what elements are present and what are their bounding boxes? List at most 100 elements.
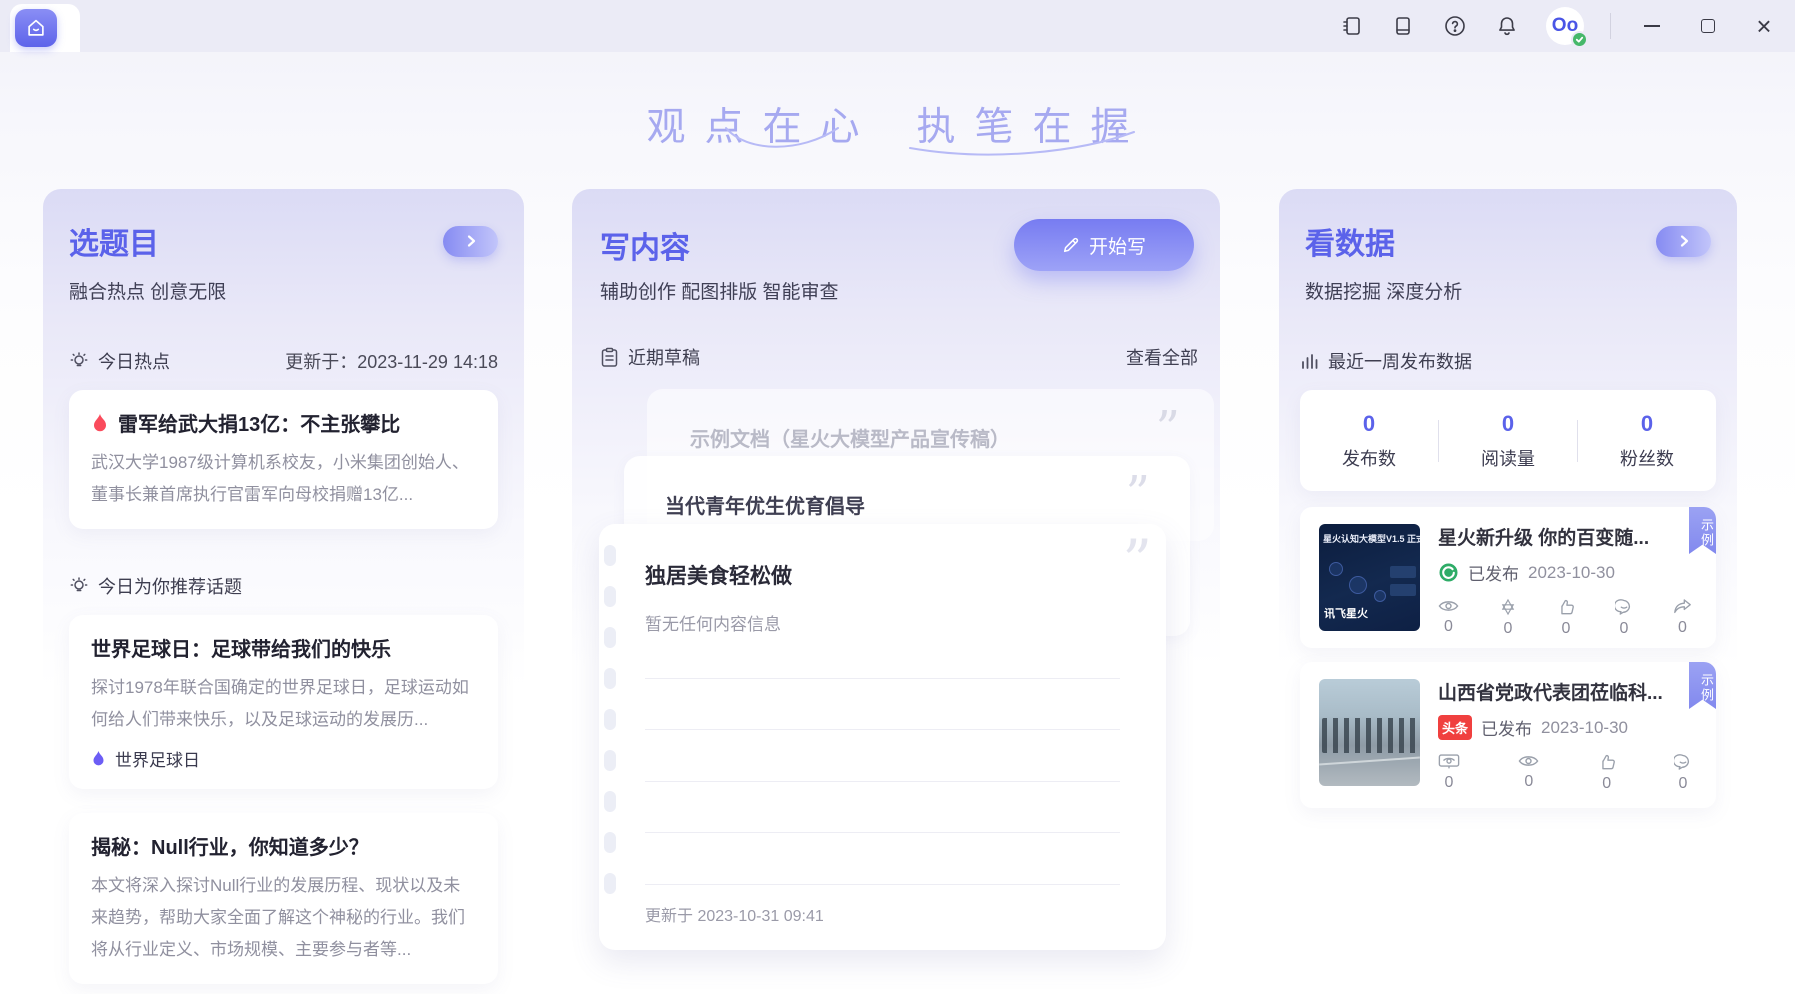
metric-views: 0 [1438, 598, 1459, 638]
maximize-icon [1701, 19, 1715, 33]
hot-topic-item[interactable]: 雷军给武大捐13亿：不主张攀比 武汉大学1987级计算机系校友，小米集团创始人、… [69, 390, 498, 529]
write-card-title: 写内容 [600, 223, 690, 267]
stat-value: 0 [1439, 411, 1577, 437]
lightbulb-icon [69, 576, 89, 596]
bar-chart-icon [1300, 352, 1319, 371]
maximize-button[interactable] [1693, 11, 1723, 41]
data-card: 看数据 数据挖掘 深度分析 最近一周发布数据 0 发布数 0 阅读量 0 粉丝数 [1279, 189, 1737, 960]
post-title: 山西省党政代表团莅临科... [1438, 678, 1700, 705]
recommend-topic-item[interactable]: 世界足球日：足球带给我们的快乐 探讨1978年联合国确定的世界足球日，足球运动如… [69, 615, 498, 789]
recommend-topic-title: 揭秘：Null行业，你知道多少？ [91, 831, 476, 860]
topics-card: 选题目 融合热点 创意无限 今日热点 更新于：2023-11-29 14:18 … [43, 189, 524, 994]
recommend-topic-title: 世界足球日：足球带给我们的快乐 [91, 633, 476, 662]
quote-icon: ” [1125, 470, 1150, 518]
thumb-decor [1349, 576, 1367, 594]
avatar[interactable]: Oo [1546, 7, 1584, 45]
metric-likes: 0 [1557, 598, 1575, 638]
book-icon[interactable] [1390, 13, 1416, 39]
post-thumbnail [1319, 679, 1420, 786]
ruled-line [645, 729, 1120, 730]
metric-value: 0 [1678, 619, 1687, 637]
stats-card: 0 发布数 0 阅读量 0 粉丝数 [1300, 390, 1716, 491]
hot-topic-body: 武汉大学1987级计算机系校友，小米集团创始人、董事长兼首席执行官雷军向母校捐赠… [91, 447, 476, 511]
metric-value: 0 [1562, 620, 1571, 638]
clipboard-icon [600, 347, 619, 368]
metric-value: 0 [1445, 774, 1454, 792]
hero-slogan: 观点在心执笔在握 [0, 96, 1795, 152]
draft-title: 独居美食轻松做 [645, 560, 792, 590]
toutiao-badge: 头条 [1438, 715, 1472, 740]
metric-views: 0 [1518, 753, 1539, 793]
metric-likes: 0 [1598, 753, 1616, 793]
chevron-right-icon [464, 234, 478, 248]
topics-card-subtitle: 融合热点 创意无限 [43, 277, 524, 304]
flame-icon [91, 413, 109, 433]
metric-shares: 0 [1673, 598, 1692, 638]
stat-fans-count: 0 粉丝数 [1578, 411, 1716, 471]
quote-icon: ” [1122, 532, 1152, 590]
drafts-label: 近期草稿 [628, 344, 700, 370]
ruled-line [645, 884, 1120, 885]
published-post-item[interactable]: 示例 山西省党政代表团莅临科... 头条 已发布 2023-10-30 0 0 … [1300, 662, 1716, 808]
notification-bell-icon[interactable] [1494, 13, 1520, 39]
minimize-button[interactable] [1637, 11, 1667, 41]
week-data-section-row: 最近一周发布数据 [1279, 348, 1737, 374]
binding-pill [604, 709, 616, 730]
data-card-title: 看数据 [1305, 219, 1395, 263]
binding-pill [604, 586, 616, 607]
stat-label: 粉丝数 [1578, 445, 1716, 471]
draft-title: 示例文档（星火大模型产品宣传稿） [690, 423, 1010, 452]
view-all-drafts-link[interactable]: 查看全部 [1126, 344, 1198, 370]
journal-icon[interactable] [1338, 13, 1364, 39]
close-button[interactable]: × [1749, 11, 1779, 41]
topics-card-title: 选题目 [69, 219, 159, 263]
recommend-topic-body: 本文将深入探讨Null行业的发展历程、现状以及未来趋势，帮助大家全面了解这个神秘… [91, 870, 476, 966]
home-icon [25, 17, 47, 39]
home-tab[interactable] [10, 4, 80, 52]
thumb-caption: 星火认知大模型V1.5 正式 [1323, 532, 1420, 545]
write-card: 写内容 开始写 辅助创作 配图排版 智能审查 近期草稿 查看全部 示例文档（星火… [572, 189, 1220, 960]
recommend-topic-body: 探讨1978年联合国确定的世界足球日，足球运动如何给人们带来快乐，以及足球运动的… [91, 672, 476, 736]
stat-label: 阅读量 [1439, 445, 1577, 471]
start-writing-button[interactable]: 开始写 [1014, 219, 1194, 271]
help-icon[interactable] [1442, 13, 1468, 39]
published-post-item[interactable]: 星火认知大模型V1.5 正式 讯飞星火 示例 星火新升级 你的百变随... 已发… [1300, 507, 1716, 648]
draft-card-front[interactable]: 独居美食轻松做 ” 暂无任何内容信息 更新于 2023-10-31 09:41 [599, 524, 1166, 950]
start-writing-label: 开始写 [1089, 232, 1146, 259]
drafts-section-row: 近期草稿 查看全部 [572, 344, 1220, 370]
home-button[interactable] [15, 9, 57, 47]
post-thumbnail: 星火认知大模型V1.5 正式 讯飞星火 [1319, 524, 1420, 631]
thumb-decor [1319, 757, 1420, 766]
hot-topic-title-row: 雷军给武大捐13亿：不主张攀比 [91, 408, 476, 437]
metric-value: 0 [1504, 620, 1513, 638]
stat-value: 0 [1578, 411, 1716, 437]
metric-value: 0 [1679, 775, 1688, 793]
binding-pill [604, 668, 616, 689]
stat-read-count: 0 阅读量 [1439, 411, 1577, 471]
write-card-header: 写内容 开始写 [572, 189, 1220, 271]
post-date: 2023-10-30 [1528, 563, 1615, 583]
topics-more-button[interactable] [443, 226, 498, 257]
post-status: 已发布 [1481, 715, 1532, 740]
stat-value: 0 [1300, 411, 1438, 437]
metric-value: 0 [1620, 620, 1629, 638]
thumb-brand: 讯飞星火 [1324, 605, 1368, 621]
sample-ribbon: 示例 [1689, 507, 1716, 554]
titlebar-actions: Oo × [1338, 0, 1779, 52]
data-card-header: 看数据 [1279, 189, 1737, 263]
post-date: 2023-10-30 [1541, 718, 1628, 738]
post-status: 已发布 [1468, 560, 1519, 585]
published-platform-icon [1438, 562, 1459, 583]
thumb-decor [1390, 584, 1416, 596]
recommend-topic-item[interactable]: 揭秘：Null行业，你知道多少？ 本文将深入探讨Null行业的发展历程、现状以及… [69, 813, 498, 984]
write-card-subtitle: 辅助创作 配图排版 智能审查 [572, 277, 1220, 304]
post-status-row: 已发布 2023-10-30 [1438, 560, 1700, 585]
draft-updated: 更新于 2023-10-31 09:41 [645, 902, 824, 926]
ruled-line [645, 832, 1120, 833]
metric-recommend: 0 [1499, 598, 1517, 638]
data-more-button[interactable] [1656, 226, 1711, 257]
topics-card-header: 选题目 [43, 189, 524, 263]
thumb-decor [1329, 562, 1343, 576]
metric-impressions: 0 [1438, 753, 1460, 793]
binding-pill [604, 545, 616, 566]
